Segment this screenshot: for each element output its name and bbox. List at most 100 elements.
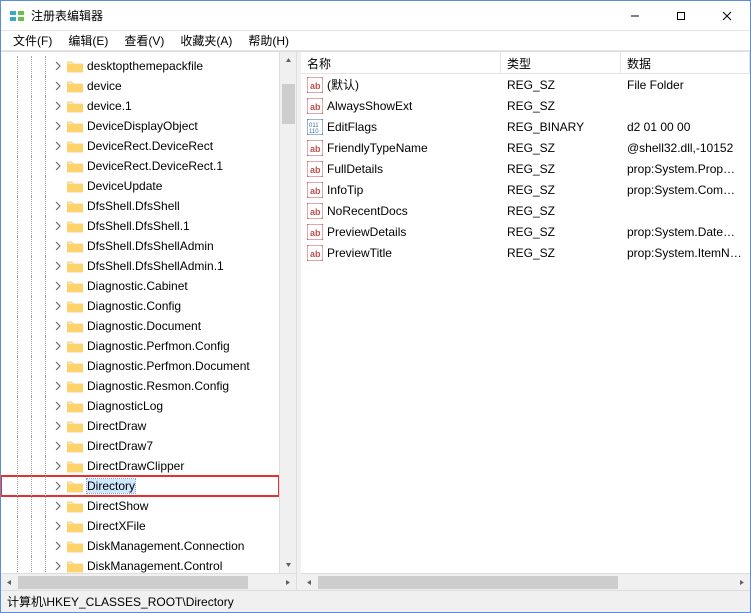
chevron-right-icon[interactable] (53, 61, 63, 71)
scroll-thumb[interactable] (318, 576, 618, 589)
scroll-left-button[interactable] (301, 574, 318, 591)
chevron-right-icon[interactable] (53, 561, 63, 571)
list-body[interactable]: (默认)REG_SZFile FolderAlwaysShowExtREG_SZ… (301, 74, 750, 573)
scroll-left-button[interactable] (1, 574, 18, 591)
chevron-right-icon[interactable] (53, 341, 63, 351)
menu-edit[interactable]: 编辑(E) (60, 30, 116, 51)
client-area: desktopthemepackfiledevicedevice.1Device… (1, 51, 750, 590)
tree-horizontal-scrollbar[interactable] (1, 573, 296, 590)
tree-guide-lines (13, 376, 53, 396)
folder-icon (67, 259, 83, 273)
maximize-button[interactable] (658, 1, 704, 30)
menu-file[interactable]: 文件(F) (5, 30, 60, 51)
scroll-down-button[interactable] (280, 556, 296, 573)
menu-view[interactable]: 查看(V) (116, 30, 172, 51)
scroll-right-button[interactable] (279, 574, 296, 591)
tree-item[interactable]: DfsShell.DfsShellAdmin.1 (1, 256, 279, 276)
list-row[interactable]: FullDetailsREG_SZprop:System.PropGroup… (301, 158, 750, 179)
value-name: EditFlags (327, 120, 377, 134)
tree-item[interactable]: DirectDrawClipper (1, 456, 279, 476)
scroll-thumb[interactable] (282, 84, 295, 124)
tree-item[interactable]: DirectDraw (1, 416, 279, 436)
chevron-right-icon[interactable] (53, 101, 63, 111)
chevron-right-icon[interactable] (53, 401, 63, 411)
tree-item[interactable]: DfsShell.DfsShell (1, 196, 279, 216)
app-icon (9, 8, 25, 24)
list-row[interactable]: FriendlyTypeNameREG_SZ@shell32.dll,-1015… (301, 137, 750, 158)
chevron-right-icon[interactable] (53, 481, 63, 491)
list-row[interactable]: EditFlagsREG_BINARYd2 01 00 00 (301, 116, 750, 137)
chevron-right-icon[interactable] (53, 121, 63, 131)
chevron-right-icon[interactable] (53, 261, 63, 271)
tree-item[interactable]: desktopthemepackfile (1, 56, 279, 76)
chevron-right-icon[interactable] (53, 541, 63, 551)
tree-item[interactable]: DeviceUpdate (1, 176, 279, 196)
chevron-right-icon[interactable] (53, 501, 63, 511)
tree-item[interactable]: device (1, 76, 279, 96)
chevron-right-icon[interactable] (53, 81, 63, 91)
minimize-button[interactable] (612, 1, 658, 30)
tree-item[interactable]: Diagnostic.Document (1, 316, 279, 336)
chevron-right-icon[interactable] (53, 301, 63, 311)
scroll-track[interactable] (318, 574, 733, 590)
tree-item[interactable]: DeviceRect.DeviceRect.1 (1, 156, 279, 176)
tree-body[interactable]: desktopthemepackfiledevicedevice.1Device… (1, 52, 279, 573)
folder-icon (67, 199, 83, 213)
scroll-right-button[interactable] (733, 574, 750, 591)
list-row[interactable]: (默认)REG_SZFile Folder (301, 74, 750, 95)
chevron-right-icon[interactable] (53, 281, 63, 291)
tree-item[interactable]: DirectXFile (1, 516, 279, 536)
tree-item[interactable]: DirectShow (1, 496, 279, 516)
tree-item[interactable]: Directory (1, 476, 279, 496)
tree-guide-lines (13, 396, 53, 416)
tree-item[interactable]: DfsShell.DfsShellAdmin (1, 236, 279, 256)
chevron-right-icon[interactable] (53, 321, 63, 331)
tree-item[interactable]: DeviceRect.DeviceRect (1, 136, 279, 156)
column-header-data[interactable]: 数据 (621, 52, 750, 73)
chevron-right-icon[interactable] (53, 461, 63, 471)
menu-help[interactable]: 帮助(H) (240, 30, 297, 51)
list-row[interactable]: InfoTipREG_SZprop:System.Comment… (301, 179, 750, 200)
column-header-type[interactable]: 类型 (501, 52, 621, 73)
string-value-icon (307, 140, 323, 156)
chevron-right-icon[interactable] (53, 221, 63, 231)
tree-item[interactable]: DiagnosticLog (1, 396, 279, 416)
scroll-track[interactable] (280, 69, 296, 556)
tree-item[interactable]: DiskManagement.Control (1, 556, 279, 573)
list-row[interactable]: PreviewDetailsREG_SZprop:System.DateMod… (301, 221, 750, 242)
tree-item[interactable]: Diagnostic.Perfmon.Config (1, 336, 279, 356)
value-data: d2 01 00 00 (621, 120, 750, 134)
tree-item[interactable]: DfsShell.DfsShell.1 (1, 216, 279, 236)
tree-item[interactable]: Diagnostic.Config (1, 296, 279, 316)
tree-item[interactable]: DiskManagement.Connection (1, 536, 279, 556)
list-row[interactable]: AlwaysShowExtREG_SZ (301, 95, 750, 116)
folder-icon (67, 459, 83, 473)
tree-item[interactable]: DeviceDisplayObject (1, 116, 279, 136)
list-row[interactable]: PreviewTitleREG_SZprop:System.ItemNam… (301, 242, 750, 263)
scroll-track[interactable] (18, 574, 279, 590)
tree-vertical-scrollbar[interactable] (279, 52, 296, 573)
column-header-name[interactable]: 名称 (301, 52, 501, 73)
tree-item[interactable]: Diagnostic.Resmon.Config (1, 376, 279, 396)
tree-item[interactable]: Diagnostic.Cabinet (1, 276, 279, 296)
chevron-right-icon[interactable] (53, 141, 63, 151)
chevron-right-icon[interactable] (53, 381, 63, 391)
chevron-right-icon[interactable] (53, 361, 63, 371)
tree-guide-lines (13, 76, 53, 96)
chevron-right-icon[interactable] (53, 241, 63, 251)
menu-favorites[interactable]: 收藏夹(A) (172, 30, 240, 51)
tree-item[interactable]: DirectDraw7 (1, 436, 279, 456)
tree-item-label: DirectDraw (87, 419, 146, 433)
chevron-right-icon[interactable] (53, 521, 63, 531)
chevron-right-icon[interactable] (53, 161, 63, 171)
scroll-up-button[interactable] (280, 52, 296, 69)
list-row[interactable]: NoRecentDocsREG_SZ (301, 200, 750, 221)
tree-item[interactable]: device.1 (1, 96, 279, 116)
list-horizontal-scrollbar[interactable] (301, 573, 750, 590)
close-button[interactable] (704, 1, 750, 30)
chevron-right-icon[interactable] (53, 421, 63, 431)
chevron-right-icon[interactable] (53, 441, 63, 451)
tree-item[interactable]: Diagnostic.Perfmon.Document (1, 356, 279, 376)
scroll-thumb[interactable] (18, 576, 248, 589)
chevron-right-icon[interactable] (53, 201, 63, 211)
